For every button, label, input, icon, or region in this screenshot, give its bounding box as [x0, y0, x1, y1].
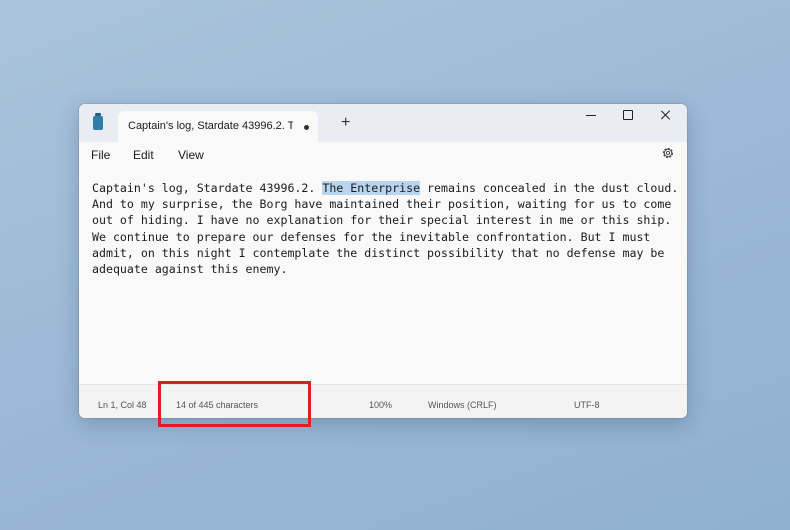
gear-icon[interactable]	[661, 146, 675, 160]
encoding[interactable]: UTF-8	[574, 400, 600, 410]
line-ending[interactable]: Windows (CRLF)	[428, 400, 497, 410]
title-bar[interactable]: Captain's log, Stardate 43996.2. Th +	[79, 104, 687, 142]
close-button[interactable]	[647, 104, 685, 130]
text-before-selection: Captain's log, Stardate 43996.2.	[92, 181, 323, 195]
new-tab-button[interactable]: +	[341, 115, 350, 131]
notepad-icon	[93, 113, 103, 130]
unsaved-dot-icon[interactable]	[304, 125, 309, 130]
text-editor[interactable]: Captain's log, Stardate 43996.2. The Ent…	[79, 170, 687, 384]
tab-document[interactable]: Captain's log, Stardate 43996.2. Th	[118, 111, 318, 142]
highlight-box	[158, 381, 311, 427]
notepad-window: Captain's log, Stardate 43996.2. Th + Fi…	[79, 104, 687, 418]
cursor-position: Ln 1, Col 48	[98, 400, 147, 410]
maximize-button[interactable]	[610, 104, 648, 130]
zoom-level[interactable]: 100%	[369, 400, 392, 410]
menu-file[interactable]: File	[91, 148, 110, 162]
menu-view[interactable]: View	[178, 148, 204, 162]
selected-text[interactable]: The Enterprise	[322, 181, 421, 195]
text-after-selection: remains concealed in the dust cloud. And…	[92, 181, 679, 277]
menu-bar: File Edit View	[79, 142, 687, 170]
minimize-button[interactable]	[573, 104, 611, 130]
document-text[interactable]: Captain's log, Stardate 43996.2. The Ent…	[92, 180, 682, 277]
tab-title: Captain's log, Stardate 43996.2. Th	[128, 120, 293, 132]
menu-edit[interactable]: Edit	[133, 148, 154, 162]
